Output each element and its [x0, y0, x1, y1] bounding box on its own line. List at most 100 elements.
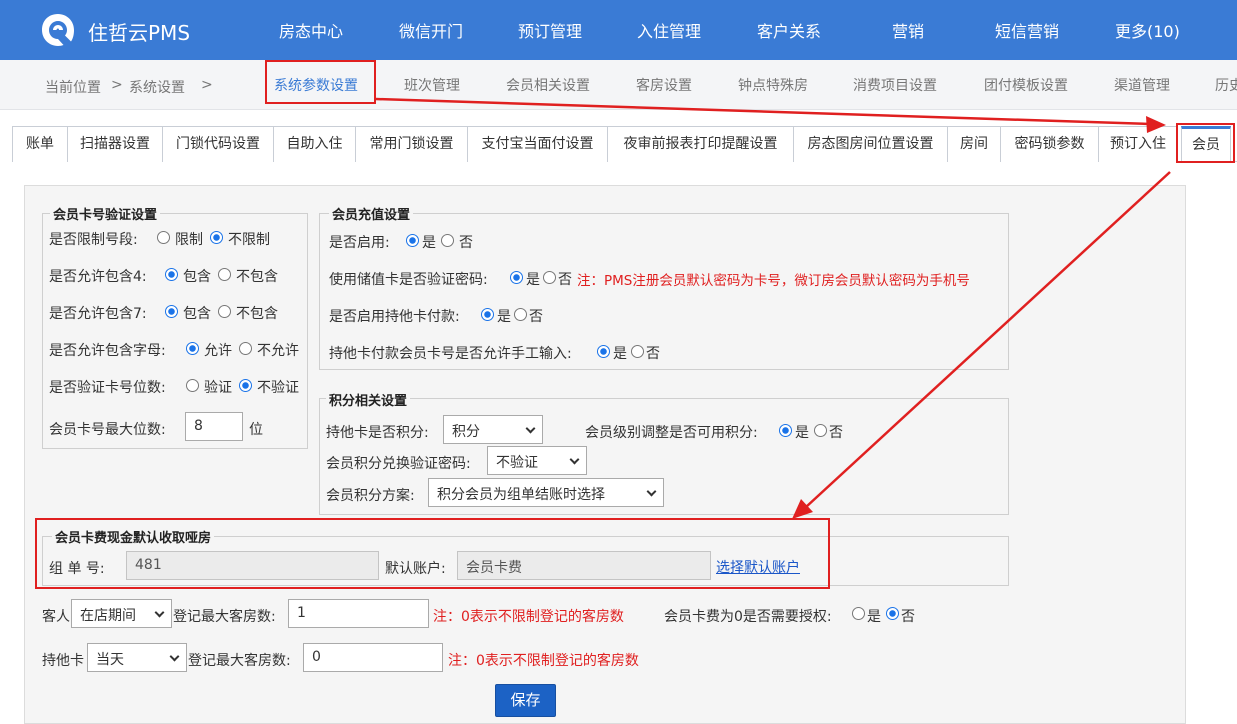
nav-booking[interactable]: 预订管理 — [518, 18, 582, 42]
subtab-room-settings[interactable]: 客房设置 — [636, 75, 692, 95]
limit-range-yes-radio[interactable] — [157, 231, 170, 244]
tab-scanner-settings[interactable]: 扫描器设置 — [67, 126, 163, 162]
auth-no-label: 否 — [901, 609, 915, 625]
highlight-box-system-params — [265, 60, 376, 104]
subtab-shift-management[interactable]: 班次管理 — [404, 75, 460, 95]
other-card-max-rooms-input[interactable]: 0 — [303, 643, 443, 672]
tab-night-audit-reminder[interactable]: 夜审前报表打印提醒设置 — [607, 126, 794, 162]
chevron-down-icon — [154, 607, 165, 618]
auth-yes-label: 是 — [867, 609, 881, 625]
verify-digits-yes-label: 验证 — [204, 380, 232, 396]
chevron-down-icon — [569, 454, 580, 465]
allow-letters-yes-radio[interactable] — [186, 342, 199, 355]
nav-checkin[interactable]: 入住管理 — [637, 18, 701, 42]
verify-digits-label: 是否验证卡号位数: — [49, 380, 166, 396]
level-points-no-radio[interactable] — [814, 424, 827, 437]
nav-sms-marketing[interactable]: 短信营销 — [995, 18, 1059, 42]
other-card-max-rooms-label: 登记最大客房数: — [188, 653, 291, 669]
guest-max-rooms-input[interactable]: 1 — [288, 599, 429, 628]
max-digits-unit: 位 — [249, 422, 263, 438]
auth-yes-radio[interactable] — [852, 607, 865, 620]
guest-period-value: 在店期间 — [80, 608, 136, 624]
max-digits-input[interactable]: 8 — [185, 412, 243, 441]
allow-letters-no-radio[interactable] — [239, 342, 252, 355]
breadcrumb-separator: > — [201, 77, 213, 93]
other-card-points-select[interactable]: 积分 — [443, 415, 543, 444]
other-card-max-rooms-note: 注：0表示不限制登记的客房数 — [448, 653, 639, 669]
auth-no-radio[interactable] — [886, 607, 899, 620]
brand-logo-icon — [42, 14, 74, 46]
recharge-enable-yes-radio[interactable] — [406, 234, 419, 247]
subtab-member-settings[interactable]: 会员相关设置 — [506, 75, 590, 95]
manual-input-no-radio[interactable] — [631, 345, 644, 358]
stored-card-password-yes-label: 是 — [526, 272, 540, 288]
save-button[interactable]: 保存 — [495, 684, 556, 717]
breadcrumb-system-settings[interactable]: 系统设置 — [129, 77, 185, 97]
points-plan-select[interactable]: 积分会员为组单结账时选择 — [428, 478, 664, 507]
breadcrumb-separator: > — [111, 77, 123, 93]
allow-4-no-radio[interactable] — [218, 268, 231, 281]
points-plan-value: 积分会员为组单结账时选择 — [437, 487, 605, 503]
manual-input-yes-radio[interactable] — [597, 345, 610, 358]
allow-4-yes-radio[interactable] — [165, 268, 178, 281]
points-verify-label: 会员积分兑换验证密码: — [326, 456, 471, 472]
subtab-group-templates[interactable]: 团付模板设置 — [984, 75, 1068, 95]
tab-booking-checkin[interactable]: 预订入住 — [1098, 126, 1178, 162]
other-card-period-value: 当天 — [96, 652, 124, 668]
tab-rooms[interactable]: 房间 — [947, 126, 1001, 162]
tab-self-checkin[interactable]: 自助入住 — [273, 126, 356, 162]
allow-4-no-label: 不包含 — [236, 269, 278, 285]
level-points-yes-radio[interactable] — [779, 424, 792, 437]
nav-more[interactable]: 更多(10) — [1115, 18, 1180, 42]
manual-input-label: 持他卡付款会员卡号是否允许手工输入: — [329, 346, 572, 362]
stored-card-password-no-label: 否 — [558, 272, 572, 288]
tab-bill[interactable]: 账单 — [12, 126, 68, 162]
allow-7-no-radio[interactable] — [218, 305, 231, 318]
verify-digits-yes-radio[interactable] — [186, 379, 199, 392]
points-plan-label: 会员积分方案: — [326, 488, 415, 504]
nav-customer-relations[interactable]: 客户关系 — [757, 18, 821, 42]
auth-label: 会员卡费为0是否需要授权: — [664, 609, 832, 625]
max-digits-label: 会员卡号最大位数: — [49, 422, 166, 438]
recharge-enable-label: 是否启用: — [329, 235, 390, 251]
tab-password-lock[interactable]: 密码锁参数 — [1000, 126, 1099, 162]
allow-letters-yes-label: 允许 — [204, 343, 232, 359]
guest-max-rooms-note: 注：0表示不限制登记的客房数 — [433, 609, 624, 625]
tab-room-map-position[interactable]: 房态图房间位置设置 — [793, 126, 948, 162]
subtab-consumption-items[interactable]: 消费项目设置 — [853, 75, 937, 95]
manual-input-yes-label: 是 — [613, 346, 627, 362]
guest-period-select[interactable]: 在店期间 — [71, 599, 172, 628]
stored-card-password-no-radio[interactable] — [543, 271, 556, 284]
tab-alipay[interactable]: 支付宝当面付设置 — [467, 126, 608, 162]
guest-label: 客人 — [42, 609, 70, 625]
recharge-enable-no-radio[interactable] — [441, 234, 454, 247]
allow-4-yes-label: 包含 — [183, 269, 211, 285]
nav-marketing[interactable]: 营销 — [892, 18, 924, 42]
recharge-title: 会员充值设置 — [329, 204, 414, 223]
tab-common-lock[interactable]: 常用门锁设置 — [355, 126, 468, 162]
other-card-period-select[interactable]: 当天 — [87, 643, 187, 672]
nav-wechat-open-door[interactable]: 微信开门 — [399, 18, 463, 42]
stored-card-password-yes-radio[interactable] — [510, 271, 523, 284]
limit-range-label: 是否限制号段: — [49, 232, 138, 248]
other-card-pay-yes-radio[interactable] — [481, 308, 494, 321]
points-verify-select[interactable]: 不验证 — [487, 446, 587, 475]
verify-digits-no-radio[interactable] — [239, 379, 252, 392]
subtab-history[interactable]: 历史 — [1215, 75, 1237, 95]
subtab-channel-management[interactable]: 渠道管理 — [1114, 75, 1170, 95]
allow-4-label: 是否允许包含4: — [49, 269, 147, 285]
verify-digits-no-label: 不验证 — [257, 380, 299, 396]
password-note: 注：PMS注册会员默认密码为卡号，微订房会员默认密码为手机号 — [577, 273, 970, 289]
subtab-hourly-rooms[interactable]: 钟点特殊房 — [738, 75, 808, 95]
level-points-no-label: 否 — [829, 425, 843, 441]
level-points-yes-label: 是 — [795, 425, 809, 441]
other-card-points-value: 积分 — [452, 424, 480, 440]
nav-room-status[interactable]: 房态中心 — [279, 18, 343, 42]
recharge-enable-no-label: 否 — [459, 235, 473, 251]
allow-7-yes-radio[interactable] — [165, 305, 178, 318]
other-card-pay-no-radio[interactable] — [514, 308, 527, 321]
tab-lock-code[interactable]: 门锁代码设置 — [162, 126, 274, 162]
limit-range-no-radio[interactable] — [210, 231, 223, 244]
highlight-box-member-tab — [1176, 123, 1235, 163]
chevron-down-icon — [169, 651, 180, 662]
